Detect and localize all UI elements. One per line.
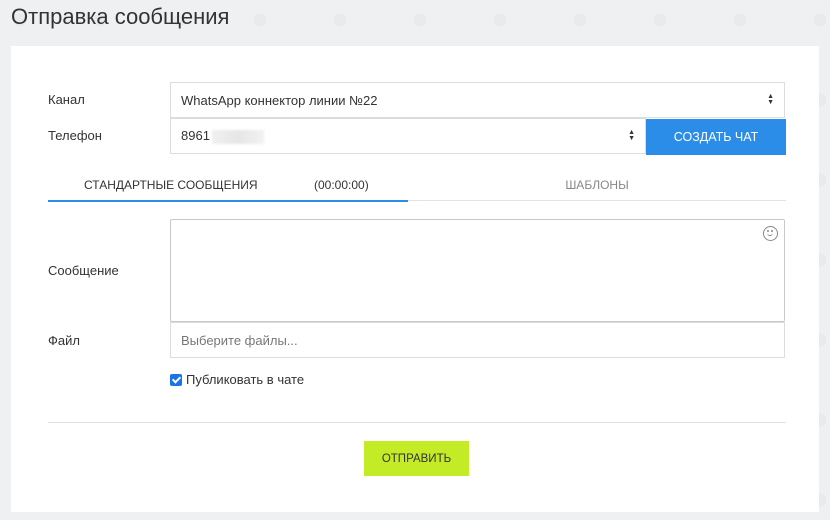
publish-checkbox-row[interactable]: Публиковать в чате [170, 372, 304, 387]
tab-timer: (00:00:00) [314, 177, 369, 192]
phone-label: Телефон [48, 128, 102, 143]
phone-value: 8961 [181, 128, 210, 144]
redacted-phone-digits [211, 129, 264, 144]
phone-select[interactable]: 8961 ▲ ▼ [170, 118, 646, 154]
publish-label: Публиковать в чате [186, 372, 305, 387]
channel-select[interactable]: WhatsApp коннектор линии №22 ▲ ▼ [170, 82, 785, 118]
channel-value: WhatsApp коннектор линии №22 [181, 92, 378, 108]
tab-standard-messages[interactable]: Стандартные сообщения (00:00:00) [48, 169, 408, 202]
select-arrows-icon: ▲ ▼ [767, 93, 774, 106]
send-button[interactable]: Отправить [364, 441, 469, 476]
emoji-icon[interactable] [763, 226, 778, 241]
create-chat-button[interactable]: Создать чат [646, 119, 786, 155]
file-input[interactable]: Выберите файлы... [170, 322, 785, 358]
message-textarea[interactable] [170, 219, 785, 322]
message-label: Сообщение [48, 263, 119, 278]
publish-checkbox[interactable] [170, 373, 182, 386]
file-label: Файл [48, 333, 80, 348]
tab-templates[interactable]: Шаблоны [408, 169, 786, 201]
divider [48, 422, 786, 423]
tab-standard-label: Стандартные сообщения [84, 177, 258, 192]
channel-label: Канал [48, 92, 85, 107]
page-title: Отправка сообщения [11, 4, 230, 29]
send-message-panel: Канал WhatsApp коннектор линии №22 ▲ ▼ Те… [11, 46, 819, 512]
select-arrows-icon: ▲ ▼ [628, 129, 635, 142]
message-tabs: Стандартные сообщения (00:00:00) Шаблоны [48, 169, 786, 202]
